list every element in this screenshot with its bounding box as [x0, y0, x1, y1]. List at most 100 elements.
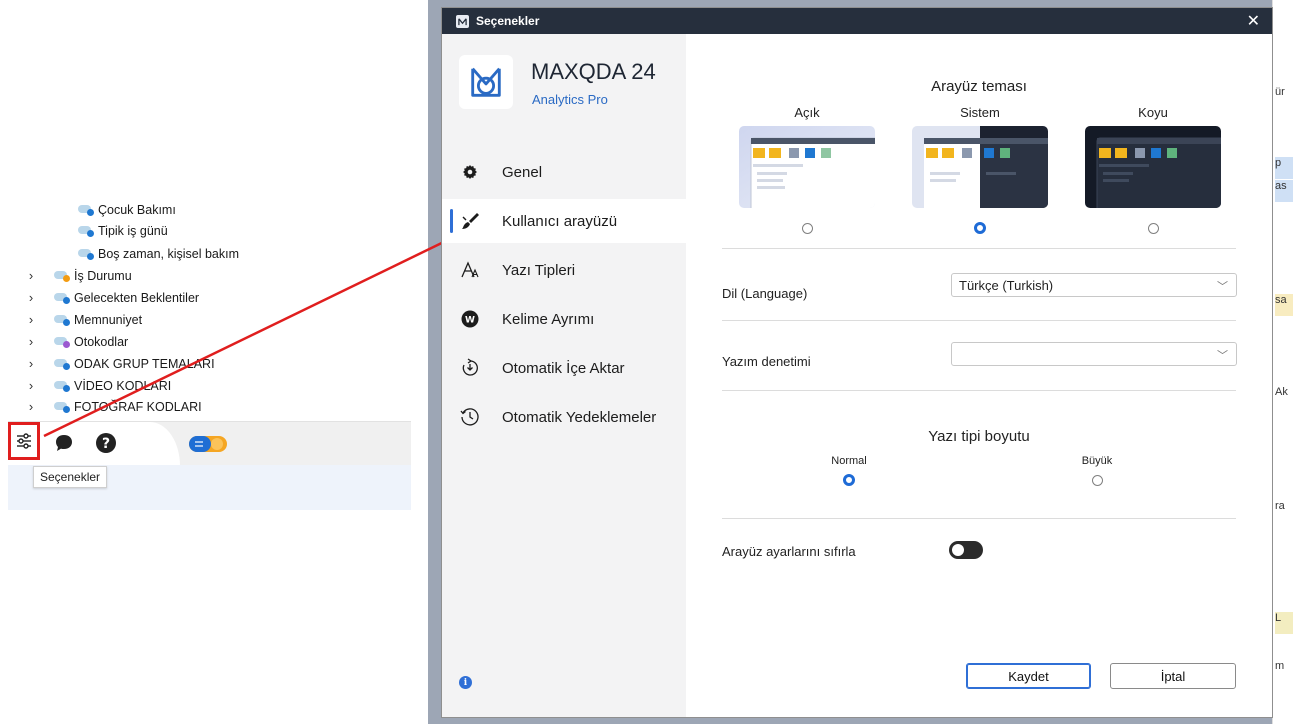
settings-sidebar: MAXQDA 24 Analytics Pro Genel Kullanıcı …: [442, 34, 686, 717]
nav-label: Kelime Ayrımı: [502, 310, 595, 328]
toggle-switch-icon: [189, 436, 227, 452]
nav-item-auto-import[interactable]: Otomatik İçe Aktar: [442, 346, 686, 390]
nav-item-auto-backup[interactable]: Otomatik Yedeklemeler: [442, 395, 686, 439]
tree-item[interactable]: Çocuk Bakımı: [78, 199, 176, 220]
word-split-icon: W: [459, 308, 481, 330]
paintbrush-icon: [459, 210, 481, 232]
strip-text: p: [1275, 157, 1293, 179]
cancel-button[interactable]: İptal: [1110, 663, 1236, 689]
info-icon[interactable]: i: [459, 676, 472, 689]
maxqda-logo-icon: [471, 67, 501, 97]
toggle-button[interactable]: [188, 434, 228, 454]
options-button[interactable]: [8, 422, 40, 460]
tree-item[interactable]: › Gelecekten Beklentiler: [29, 287, 199, 308]
theme-preview-dark: [1085, 126, 1221, 208]
code-icon: [78, 225, 94, 237]
product-edition: Analytics Pro: [532, 92, 608, 107]
font-size-radio-normal[interactable]: [843, 474, 855, 486]
options-dialog: Seçenekler ✕ MAXQDA 24 Analytics Pro Gen…: [442, 8, 1272, 717]
theme-label: Koyu: [1138, 105, 1168, 120]
tree-item[interactable]: › FOTOĞRAF KODLARI: [29, 396, 202, 417]
code-icon: [78, 248, 94, 260]
svg-text:W: W: [465, 316, 475, 326]
chevron-right-icon[interactable]: ›: [24, 375, 38, 396]
strip-text: L: [1275, 612, 1293, 634]
theme-radio-system[interactable]: [974, 222, 986, 234]
tree-item-label: Boş zaman, kişisel bakım: [98, 246, 240, 261]
product-name: MAXQDA 24: [531, 59, 656, 84]
code-icon: [54, 292, 70, 304]
strip-text: ür: [1275, 86, 1285, 98]
theme-preview-light: [739, 126, 875, 208]
close-button[interactable]: ✕: [1247, 11, 1260, 31]
background-window-strip: ür p as sa Ak ra L m: [1272, 0, 1293, 724]
nav-item-general[interactable]: Genel: [442, 150, 686, 194]
nav-item-fonts[interactable]: Yazı Tipleri: [442, 248, 686, 292]
nav-label: Otomatik İçe Aktar: [502, 359, 625, 377]
theme-radio-dark[interactable]: [1148, 223, 1159, 234]
nav-item-hyphenation[interactable]: W Kelime Ayrımı: [442, 297, 686, 341]
tree-item-label: VİDEO KODLARI: [74, 378, 172, 393]
tree-item[interactable]: Boş zaman, kişisel bakım: [78, 243, 239, 264]
spellcheck-select[interactable]: ﹀: [951, 342, 1237, 366]
code-system-inset: Çocuk Bakımı Tipik iş günü Boş zaman, kişi…: [8, 198, 411, 510]
save-button[interactable]: Kaydet: [966, 663, 1091, 689]
help-icon: ?: [96, 433, 116, 453]
tree-item-label: Otokodlar: [74, 334, 129, 349]
tree-item[interactable]: › İş Durumu: [29, 265, 132, 286]
nav-label: Yazı Tipleri: [502, 261, 576, 279]
tree-item-label: ODAK GRUP TEMALARI: [74, 356, 215, 371]
tree-item[interactable]: › ODAK GRUP TEMALARI: [29, 353, 215, 374]
chevron-right-icon[interactable]: ›: [24, 265, 38, 286]
spellcheck-label: Yazım denetimi: [722, 354, 811, 369]
nav-item-user-interface[interactable]: Kullanıcı arayüzü: [442, 199, 686, 243]
svg-text:?: ?: [102, 436, 110, 452]
chevron-right-icon[interactable]: ›: [24, 309, 38, 330]
settings-sliders-icon: [17, 433, 31, 449]
code-icon: [54, 401, 70, 413]
strip-text: Ak: [1275, 386, 1288, 398]
reset-label: Arayüz ayarlarını sıfırla: [722, 544, 856, 559]
help-button[interactable]: ?: [94, 431, 118, 455]
tree-item-label: Memnuniyet: [74, 312, 143, 327]
tree-item[interactable]: Tipik iş günü: [78, 220, 168, 241]
tree-item[interactable]: › Memnuniyet: [29, 309, 143, 330]
code-icon: [54, 336, 70, 348]
app-icon: [456, 14, 469, 28]
tree-item-label: Tipik iş günü: [98, 223, 168, 238]
code-icon: [78, 204, 94, 216]
nav-label: Kullanıcı arayüzü: [502, 212, 618, 230]
backup-clock-icon: [459, 406, 481, 428]
chevron-down-icon: ﹀: [1217, 350, 1228, 362]
theme-preview-system: [912, 126, 1048, 208]
language-label: Dil (Language): [722, 286, 808, 301]
font-size-section-title: Yazı tipi boyutu: [928, 428, 1030, 445]
theme-label: Sistem: [960, 105, 1000, 120]
gear-icon: [459, 161, 481, 183]
chat-button[interactable]: [52, 431, 76, 455]
tree-item[interactable]: › VİDEO KODLARI: [29, 375, 172, 396]
nav-label: Genel: [502, 163, 543, 181]
theme-option-light[interactable]: Açık: [739, 105, 875, 235]
theme-option-system[interactable]: Sistem: [912, 105, 1048, 235]
chevron-right-icon[interactable]: ›: [24, 331, 38, 352]
strip-text: sa: [1275, 294, 1293, 316]
language-select[interactable]: Türkçe (Turkish) ﹀: [951, 273, 1237, 297]
chevron-right-icon[interactable]: ›: [24, 287, 38, 308]
reset-toggle[interactable]: [949, 541, 983, 559]
tree-item-label: Çocuk Bakımı: [98, 202, 176, 217]
code-icon: [54, 270, 70, 282]
chat-bubble-icon: [56, 435, 72, 451]
section-divider: [722, 320, 1236, 321]
font-size-label-large: Büyük: [1081, 455, 1113, 467]
font-size-radio-large[interactable]: [1092, 475, 1103, 486]
chevron-right-icon[interactable]: ›: [24, 353, 38, 374]
theme-option-dark[interactable]: Koyu: [1085, 105, 1221, 235]
chevron-right-icon[interactable]: ›: [24, 396, 38, 417]
theme-radio-light[interactable]: [802, 223, 813, 234]
code-icon: [54, 314, 70, 326]
auto-import-icon: [459, 357, 481, 379]
tree-item[interactable]: › Otokodlar: [29, 331, 129, 352]
tree-item-label: İş Durumu: [74, 268, 132, 283]
strip-text: ra: [1275, 500, 1285, 512]
